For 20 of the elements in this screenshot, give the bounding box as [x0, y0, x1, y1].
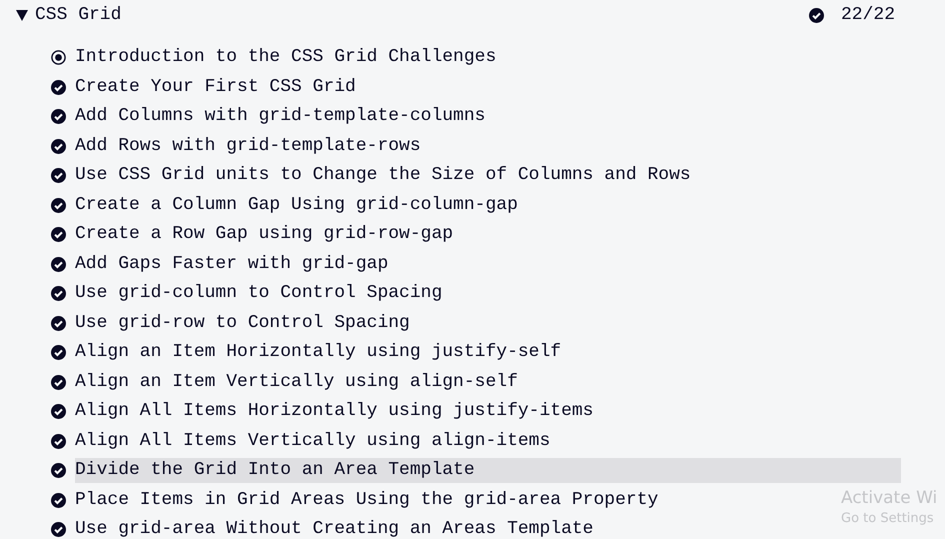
progress-count: 22/22 [840, 5, 895, 25]
challenge-link[interactable]: Use CSS Grid units to Change the Size of Columns and Rows [75, 163, 691, 188]
challenge-link[interactable]: Create a Row Gap using grid-row-gap [75, 222, 454, 248]
challenge-link[interactable]: Align an Item Horizontally using justify-self [75, 340, 562, 366]
caret-icon [16, 9, 28, 21]
challenge-link[interactable]: Use grid-row to Control Spacing [75, 310, 410, 336]
section-toggle[interactable]: CSS Grid [16, 5, 122, 25]
challenge-link[interactable]: Use grid-column to Control Spacing [75, 281, 442, 306]
challenge-link[interactable]: Add Gaps Faster with grid-gap [75, 252, 388, 277]
challenge-link[interactable]: Add Columns with grid-template-columns [75, 104, 486, 130]
challenge-link[interactable]: Use grid-area Without Creating an Areas Template [75, 517, 594, 539]
challenge-link[interactable]: Create Your First CSS Grid [75, 74, 356, 100]
challenge-link[interactable]: Place Items in Grid Areas Using the grid-area Property [75, 488, 658, 513]
challenge-link[interactable]: Create a Column Gap Using grid-column-gap [75, 192, 518, 218]
challenge-link[interactable]: Add Rows with grid-template-rows [75, 134, 421, 159]
challenge-link[interactable]: Align All Items Horizontally using justify-items [75, 399, 594, 424]
challenge-link[interactable]: Align an Item Vertically using align-self [75, 370, 518, 395]
challenge-link[interactable]: Divide the Grid Into an Area Template [75, 458, 901, 484]
challenge-link[interactable]: Align All Items Vertically using align-items [75, 428, 550, 454]
challenge-link[interactable]: Introduction to the CSS Grid Challenges [75, 45, 496, 70]
